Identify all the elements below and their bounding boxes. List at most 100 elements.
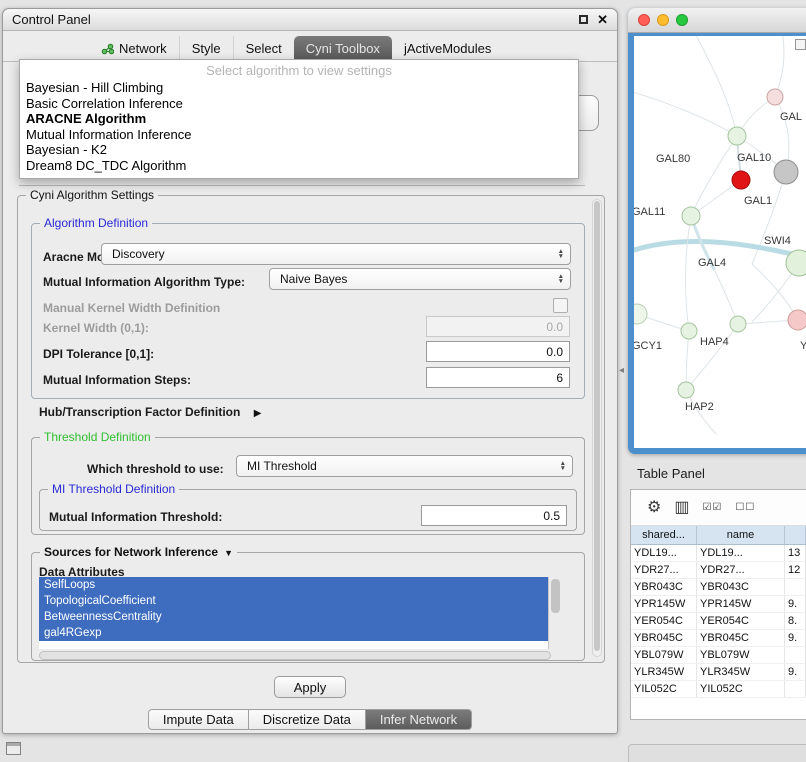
close-traffic-light-icon[interactable]	[638, 14, 650, 26]
column-header[interactable]: name	[697, 526, 785, 544]
select-all-icon[interactable]: ☑☑	[702, 503, 722, 513]
tab-network[interactable]: Network	[89, 36, 179, 61]
algorithm-option[interactable]: Mutual Information Inference	[20, 127, 578, 143]
node-label: GAL11	[634, 206, 665, 218]
network-node[interactable]	[774, 160, 798, 184]
algorithm-option[interactable]: Bayesian - Hill Climbing	[20, 80, 578, 96]
tab-label: Style	[192, 41, 221, 56]
column-header[interactable]	[785, 526, 806, 544]
node-label: SWI4	[764, 235, 791, 247]
bottom-tab-infer-network[interactable]: Infer Network	[366, 709, 472, 730]
tab-style[interactable]: Style	[179, 36, 233, 61]
dropdown-placeholder: Select algorithm to view settings	[20, 60, 578, 80]
aracne-mode-select[interactable]: Discovery ▲▼	[101, 243, 571, 265]
manual-kernel-checkbox[interactable]	[553, 298, 568, 313]
table-header: shared...name	[631, 526, 806, 545]
table-cell: YBR043C	[697, 579, 785, 595]
network-node[interactable]	[788, 310, 806, 330]
algorithm-option[interactable]: ARACNE Algorithm	[20, 111, 578, 127]
table-cell: YPR145W	[697, 596, 785, 612]
tab-select[interactable]: Select	[233, 36, 294, 61]
window-buttons: ✕	[579, 13, 608, 26]
hub-section-toggle[interactable]: Hub/Transcription Factor Definition ▶	[39, 405, 261, 419]
mi-threshold-input[interactable]	[421, 505, 567, 526]
network-node[interactable]	[678, 382, 694, 398]
node-label: GAL1	[744, 195, 772, 207]
network-node[interactable]	[767, 89, 783, 105]
node-label: GCY1	[634, 340, 662, 352]
tab-jactivemodules[interactable]: jActiveModules	[392, 36, 503, 61]
table-row[interactable]: YBL079WYBL079W	[631, 647, 806, 664]
network-view-window: GALGAL80GAL10GAL11GAL1SWI4GAL4GCY1HAP4YH…	[628, 8, 806, 454]
dpi-tolerance-input[interactable]	[426, 341, 570, 362]
settings-group-title: Cyni Algorithm Settings	[26, 188, 158, 202]
zoom-traffic-light-icon[interactable]	[676, 14, 688, 26]
network-graph: GALGAL80GAL10GAL11GAL1SWI4GAL4GCY1HAP4YH…	[634, 36, 806, 448]
kernel-width-input[interactable]	[426, 316, 570, 337]
table-panel: ⚙ ▥ ☑☑ ☐☐ shared...name YDL19...YDL19...…	[630, 489, 806, 720]
which-threshold-select[interactable]: MI Threshold ▲▼	[236, 455, 573, 477]
mi-algorithm-type-select[interactable]: Naive Bayes ▲▼	[269, 268, 571, 290]
attribute-item[interactable]: BetweennessCentrality	[39, 609, 548, 625]
deselect-all-icon[interactable]: ☐☐	[735, 503, 755, 513]
network-node[interactable]	[730, 316, 746, 332]
minimized-window-icon[interactable]	[6, 742, 21, 755]
algorithm-option[interactable]: Dream8 DC_TDC Algorithm	[20, 158, 578, 174]
algorithm-definition-title: Algorithm Definition	[40, 216, 152, 230]
attribute-list-scrollbar[interactable]	[548, 577, 561, 649]
sources-group-title[interactable]: Sources for Network Inference▼	[40, 545, 237, 559]
network-edge	[691, 136, 737, 216]
table-cell: YBR043C	[631, 579, 697, 595]
table-cell: YER054C	[631, 613, 697, 629]
attribute-list-hscrollbar[interactable]	[39, 651, 551, 660]
node-label: HAP2	[685, 401, 714, 413]
network-node[interactable]	[682, 207, 700, 225]
network-node[interactable]	[732, 171, 750, 189]
table-cell: YLR345W	[697, 664, 785, 680]
kernel-width-label: Kernel Width (0,1):	[43, 321, 149, 335]
table-row[interactable]: YDL19...YDL19...13	[631, 545, 806, 562]
apply-button[interactable]: Apply	[274, 676, 346, 698]
network-edge	[634, 91, 737, 136]
bottom-tab-discretize-data[interactable]: Discretize Data	[249, 709, 366, 730]
attribute-item[interactable]: gal4RGexp	[39, 625, 548, 641]
table-row[interactable]: YIL052CYIL052C	[631, 681, 806, 698]
table-cell: 13	[785, 545, 806, 561]
network-edge	[685, 216, 691, 331]
table-row[interactable]: YBR043CYBR043C	[631, 579, 806, 596]
attribute-item[interactable]: TopologicalCoefficient	[39, 593, 548, 609]
mi-steps-input[interactable]	[426, 367, 570, 388]
table-cell: YPR145W	[631, 596, 697, 612]
panel-collapse-icon[interactable]: ◂	[619, 365, 624, 376]
columns-icon[interactable]: ▥	[674, 500, 689, 516]
bottom-tab-impute-data[interactable]: Impute Data	[148, 709, 249, 730]
tab-cyni-toolbox[interactable]: Cyni Toolbox	[294, 36, 392, 61]
node-label: Y	[800, 340, 806, 352]
attribute-list[interactable]: SelfLoopsTopologicalCoefficientBetweenne…	[39, 577, 561, 649]
control-panel-titlebar[interactable]: Control Panel ✕	[3, 9, 617, 31]
table-row[interactable]: YER054CYER054C8.	[631, 613, 806, 630]
network-window-titlebar[interactable]	[628, 8, 806, 33]
column-header[interactable]: shared...	[631, 526, 697, 544]
table-row[interactable]: YBR045CYBR045C9.	[631, 630, 806, 647]
attribute-item[interactable]: SelfLoops	[39, 577, 548, 593]
table-cell	[785, 579, 806, 595]
float-window-icon[interactable]	[579, 15, 588, 24]
table-row[interactable]: YLR345WYLR345W9.	[631, 664, 806, 681]
algorithm-option[interactable]: Bayesian - K2	[20, 142, 578, 158]
settings-scrollbar[interactable]	[592, 199, 602, 657]
overview-toggle-icon[interactable]	[795, 39, 806, 50]
close-icon[interactable]: ✕	[597, 13, 608, 26]
table-cell: YIL052C	[697, 681, 785, 697]
minimize-traffic-light-icon[interactable]	[657, 14, 669, 26]
algorithm-option[interactable]: Basic Correlation Inference	[20, 96, 578, 112]
table-panel-title: Table Panel	[637, 466, 705, 481]
network-node[interactable]	[728, 127, 746, 145]
network-node[interactable]	[681, 323, 697, 339]
network-canvas[interactable]: GALGAL80GAL10GAL11GAL1SWI4GAL4GCY1HAP4YH…	[634, 36, 806, 448]
table-row[interactable]: YPR145WYPR145W9.	[631, 596, 806, 613]
gear-icon[interactable]: ⚙	[647, 500, 661, 516]
network-node[interactable]	[634, 304, 647, 324]
table-row[interactable]: YDR27...YDR27...12	[631, 562, 806, 579]
network-edge	[714, 269, 738, 324]
